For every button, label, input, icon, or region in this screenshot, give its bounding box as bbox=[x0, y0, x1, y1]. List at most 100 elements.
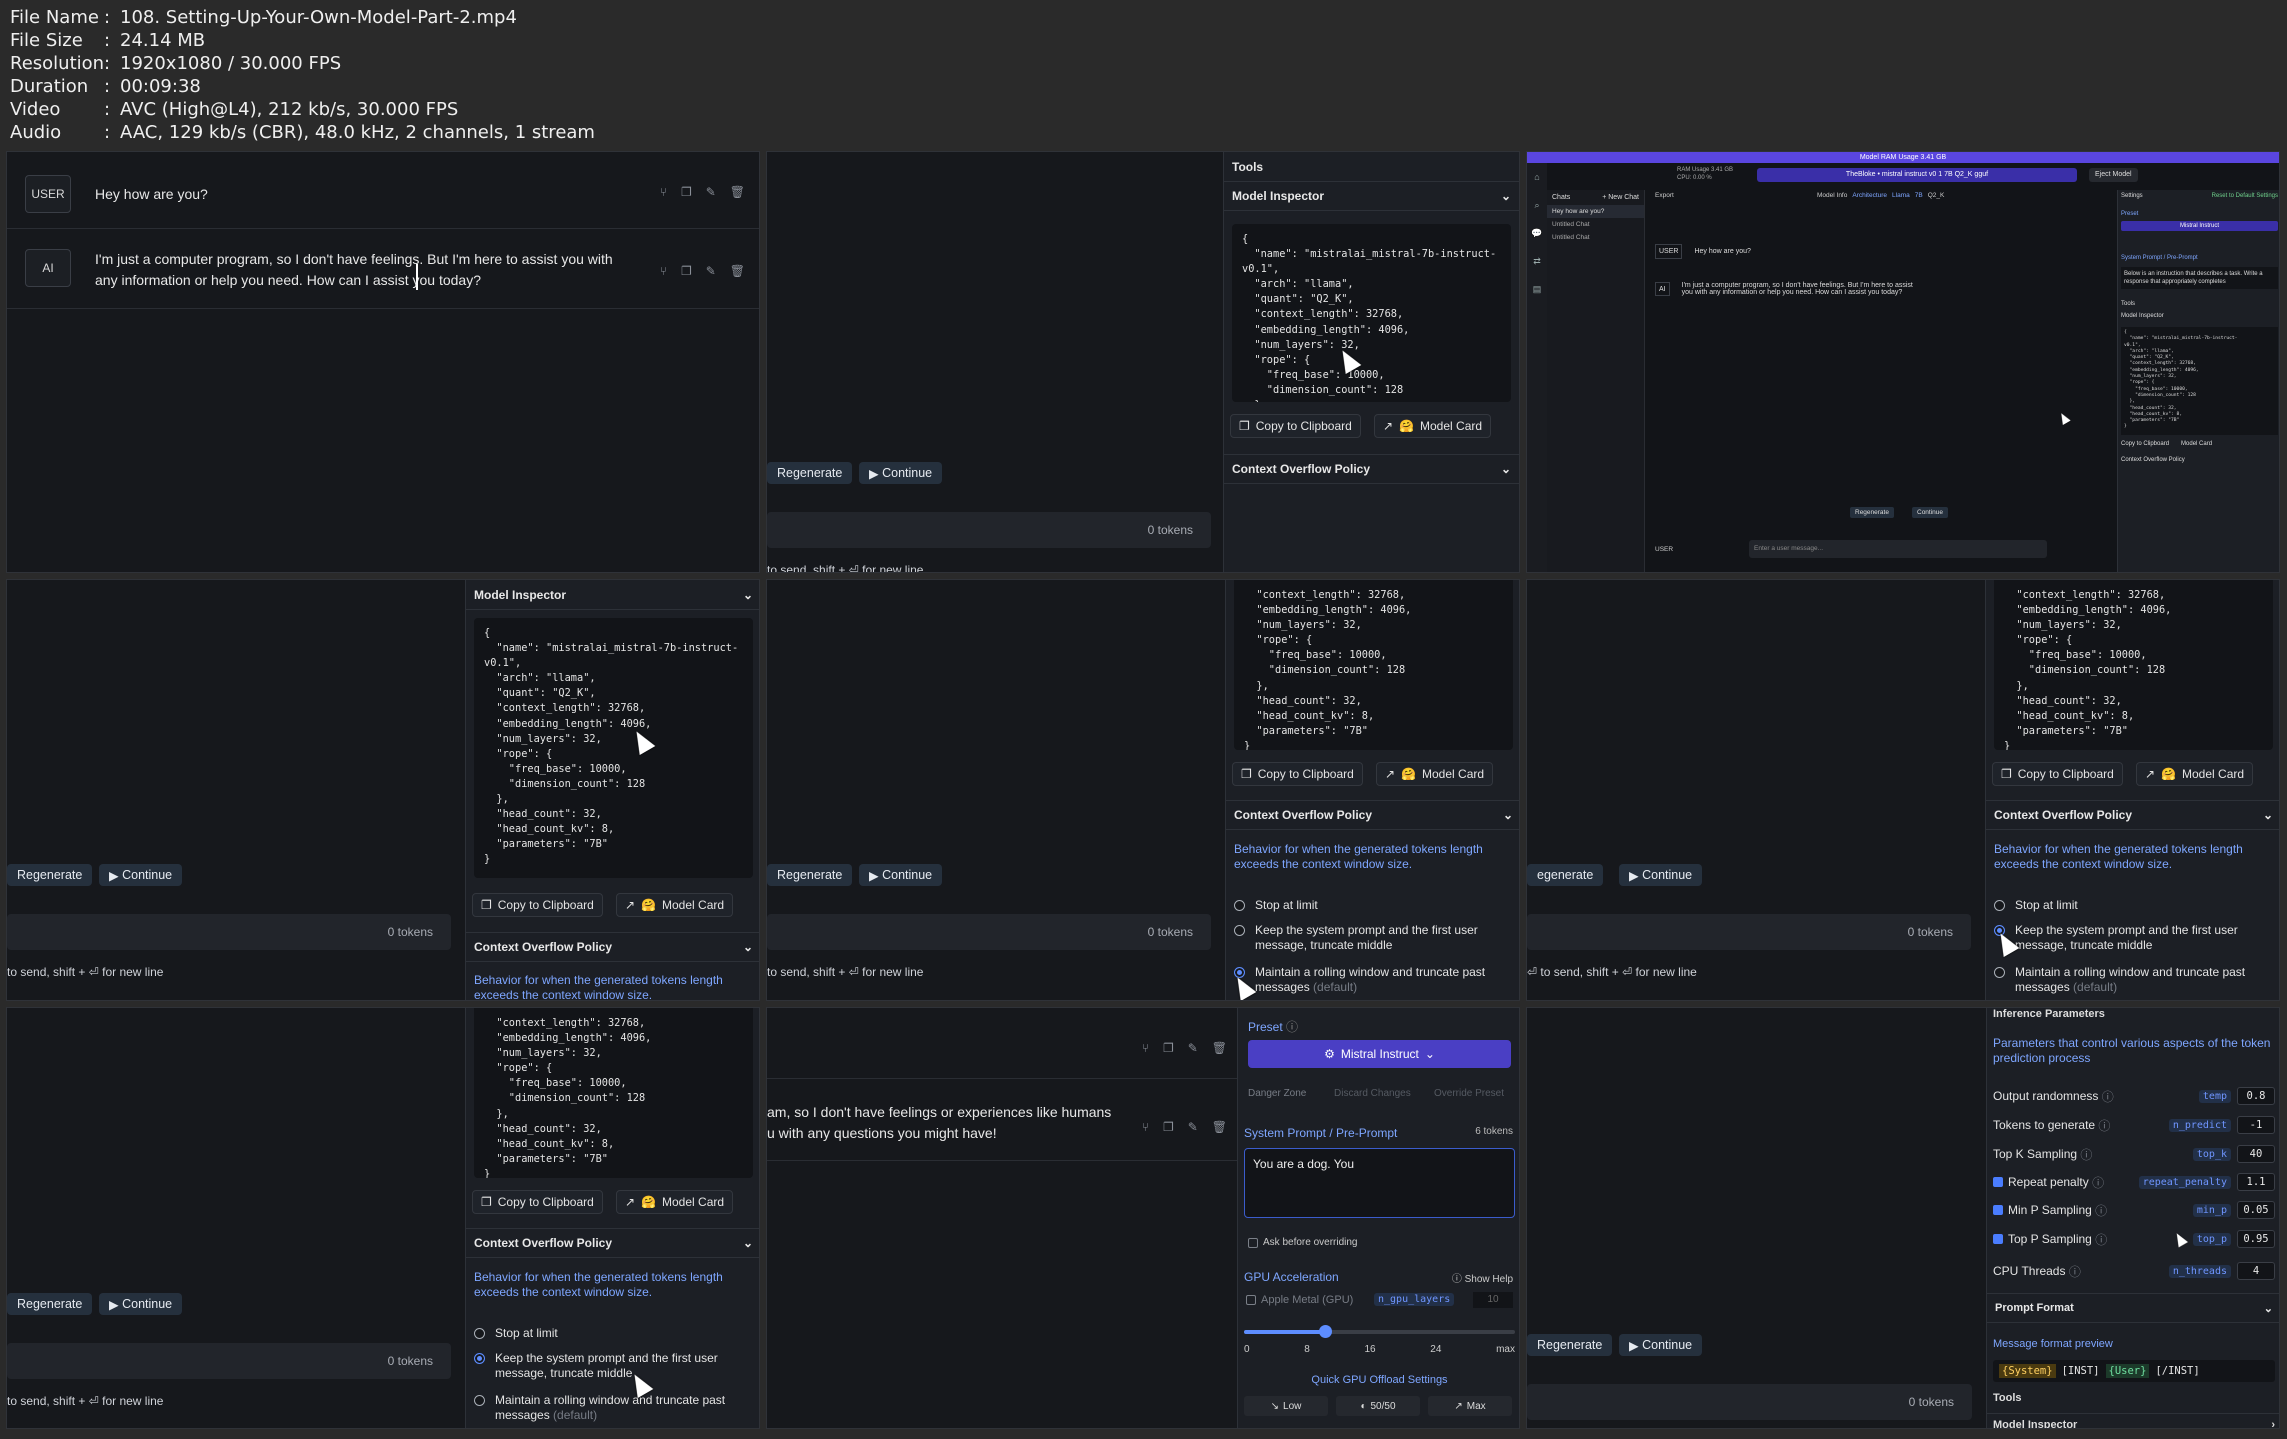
option-keep-system-prompt[interactable]: Keep the system prompt and the first use… bbox=[1994, 923, 2271, 953]
chat-list-item[interactable]: Untitled Chat bbox=[1547, 218, 1644, 231]
continue-button[interactable]: ▶ Continue bbox=[99, 864, 183, 886]
regenerate-button[interactable]: Regenerate bbox=[7, 1293, 93, 1315]
new-chat-button[interactable]: + New Chat bbox=[1602, 194, 1639, 201]
branch-icon[interactable]: ⑂ bbox=[1142, 1041, 1149, 1055]
context-overflow-header[interactable]: Context Overflow Policy ⌄ bbox=[466, 932, 759, 962]
option-stop-at-limit[interactable]: Stop at limit bbox=[1994, 898, 2078, 913]
copy-clipboard-button[interactable]: ❐ Copy to Clipboard bbox=[1232, 762, 1363, 786]
copy-icon[interactable]: ❐ bbox=[681, 264, 692, 278]
copy-clipboard-button[interactable]: ❐ Copy to Clipboard bbox=[1992, 762, 2123, 786]
option-rolling-window[interactable]: Maintain a rolling window and truncate p… bbox=[1994, 965, 2271, 995]
home-icon[interactable]: ⌂ bbox=[1527, 163, 1547, 191]
export-button[interactable]: Export bbox=[1655, 192, 1674, 199]
continue-button[interactable]: ▶ Continue bbox=[859, 462, 943, 484]
gpu-layers-value[interactable]: 10 bbox=[1473, 1292, 1513, 1308]
trash-icon[interactable]: 🗑 bbox=[730, 185, 745, 199]
option-stop-at-limit[interactable]: Stop at limit bbox=[1234, 898, 1318, 913]
model-inspector-header[interactable]: Model Inspector ⌄ bbox=[466, 580, 759, 610]
param-output-randomness[interactable]: Output randomness ⓘ temp 0.8 bbox=[1993, 1086, 2275, 1106]
option-rolling-window[interactable]: Maintain a rolling window and truncate p… bbox=[474, 1393, 751, 1423]
swap-icon[interactable]: ⇄ bbox=[1527, 247, 1547, 275]
copy-clipboard-button[interactable]: ❐ Copy to Clipboard bbox=[472, 893, 603, 917]
model-card-button[interactable]: ↗ 🤗 Model Card bbox=[1374, 414, 1492, 438]
regenerate-button[interactable]: Regenerate bbox=[7, 864, 93, 886]
branch-icon[interactable]: ⑂ bbox=[660, 185, 667, 199]
search-icon[interactable]: ⌕ bbox=[1527, 191, 1547, 219]
discard-changes-button[interactable]: Discard Changes bbox=[1334, 1088, 1411, 1099]
user-input[interactable] bbox=[1527, 914, 1971, 950]
edit-icon[interactable]: ✎ bbox=[706, 185, 716, 199]
trash-icon[interactable]: 🗑 bbox=[1212, 1120, 1227, 1134]
mini-preset-button[interactable]: Mistral Instruct bbox=[2121, 221, 2278, 231]
chat-list-item[interactable]: Hey how are you? bbox=[1547, 205, 1644, 218]
option-rolling-window[interactable]: Maintain a rolling window and truncate p… bbox=[1234, 965, 1511, 995]
user-input[interactable] bbox=[767, 512, 1211, 548]
param-cpu-threads[interactable]: CPU Threads ⓘ n_threads 4 bbox=[1993, 1261, 2275, 1281]
trash-icon[interactable]: 🗑 bbox=[1212, 1041, 1227, 1055]
gpu-half-button[interactable]: ◐ 50/50 bbox=[1336, 1396, 1420, 1416]
system-prompt-textarea[interactable]: You are a dog. You bbox=[1244, 1148, 1515, 1218]
user-input[interactable] bbox=[7, 914, 451, 950]
mini-continue-button[interactable]: Continue bbox=[1912, 507, 1949, 518]
regenerate-button[interactable]: Regenerate bbox=[1527, 1334, 1613, 1356]
checkbox-icon[interactable] bbox=[1993, 1234, 2003, 1244]
gpu-max-button[interactable]: ↗ Max bbox=[1428, 1396, 1512, 1416]
model-selector[interactable]: TheBloke • mistral instruct v0 1 7B Q2_K… bbox=[1757, 168, 2077, 182]
regenerate-button[interactable]: Regenerate bbox=[767, 864, 853, 886]
regenerate-button[interactable]: Regenerate bbox=[767, 462, 853, 484]
option-keep-system-prompt[interactable]: Keep the system prompt and the first use… bbox=[474, 1351, 751, 1381]
folder-icon[interactable]: ▤ bbox=[1527, 275, 1547, 303]
gpu-slider-track[interactable] bbox=[1244, 1325, 1515, 1338]
continue-button[interactable]: ▶ Continue bbox=[859, 864, 943, 886]
preset-dropdown[interactable]: ⚙ Mistral Instruct ⌄ bbox=[1248, 1040, 1511, 1068]
mini-user-input[interactable]: Enter a user message... bbox=[1749, 540, 2047, 558]
gpu-slider-thumb[interactable] bbox=[1319, 1325, 1333, 1338]
context-overflow-header[interactable]: Context Overflow Policy ⌄ bbox=[1224, 454, 1519, 484]
option-stop-at-limit[interactable]: Stop at limit bbox=[474, 1326, 558, 1341]
continue-button[interactable]: ▶ Continue bbox=[99, 1293, 183, 1315]
model-card-button[interactable]: ↗ 🤗 Model Card bbox=[616, 1190, 734, 1214]
param-tokens-to-generate[interactable]: Tokens to generate ⓘ n_predict -1 bbox=[1993, 1115, 2275, 1135]
param-top-p[interactable]: Top P Sampling ⓘ top_p 0.95 bbox=[1993, 1229, 2275, 1249]
edit-icon[interactable]: ✎ bbox=[706, 264, 716, 278]
checkbox-icon[interactable] bbox=[1993, 1205, 2003, 1215]
gpu-low-button[interactable]: ↘ Low bbox=[1244, 1396, 1328, 1416]
copy-icon[interactable]: ❐ bbox=[681, 185, 692, 199]
show-help-button[interactable]: ⓘ Show Help bbox=[1452, 1270, 1513, 1285]
continue-button[interactable]: ▶ Continue bbox=[1619, 1334, 1703, 1356]
model-inspector-header[interactable]: Model Inspector ⌄ bbox=[1224, 181, 1519, 211]
regenerate-button[interactable]: egenerate bbox=[1527, 864, 1604, 886]
model-card-button[interactable]: ↗ 🤗 Model Card bbox=[616, 893, 734, 917]
edit-icon[interactable]: ✎ bbox=[1188, 1120, 1198, 1134]
param-min-p[interactable]: Min P Sampling ⓘ min_p 0.05 bbox=[1993, 1200, 2275, 1220]
chat-list-item[interactable]: Untitled Chat bbox=[1547, 231, 1644, 244]
user-input[interactable] bbox=[1527, 1384, 1972, 1420]
context-overflow-header[interactable]: Context Overflow Policy ⌄ bbox=[1986, 800, 2279, 830]
branch-icon[interactable]: ⑂ bbox=[1142, 1120, 1149, 1134]
continue-button[interactable]: ▶ Continue bbox=[1619, 864, 1703, 886]
mini-regenerate-button[interactable]: Regenerate bbox=[1850, 507, 1894, 518]
prompt-format-header[interactable]: Prompt Format ⌄ bbox=[1987, 1293, 2279, 1323]
edit-icon[interactable]: ✎ bbox=[1188, 1041, 1198, 1055]
param-repeat-penalty[interactable]: Repeat penalty ⓘ repeat_penalty 1.1 bbox=[1993, 1172, 2275, 1192]
eject-button[interactable]: Eject Model bbox=[2089, 168, 2138, 182]
copy-clipboard-button[interactable]: ❐ Copy to Clipboard bbox=[1230, 414, 1361, 438]
mini-system-prompt[interactable]: Below is an instruction that describes a… bbox=[2121, 267, 2278, 289]
user-input[interactable] bbox=[7, 1343, 451, 1379]
copy-icon[interactable]: ❐ bbox=[1163, 1120, 1174, 1134]
checkbox-icon[interactable] bbox=[1993, 1177, 2003, 1187]
inference-parameters-header[interactable]: Inference Parameters bbox=[1993, 1008, 2105, 1020]
apple-metal-checkbox[interactable]: Apple Metal (GPU) bbox=[1246, 1294, 1353, 1306]
ask-before-overriding-checkbox[interactable]: Ask before overriding bbox=[1248, 1237, 1358, 1248]
copy-clipboard-button[interactable]: ❐ Copy to Clipboard bbox=[472, 1190, 603, 1214]
trash-icon[interactable]: 🗑 bbox=[730, 264, 745, 278]
context-overflow-header[interactable]: Context Overflow Policy ⌄ bbox=[1226, 800, 1519, 830]
chat-icon[interactable]: 💬 bbox=[1527, 219, 1547, 247]
model-card-button[interactable]: ↗ 🤗 Model Card bbox=[1376, 762, 1494, 786]
copy-icon[interactable]: ❐ bbox=[1163, 1041, 1174, 1055]
context-overflow-header[interactable]: Context Overflow Policy ⌄ bbox=[466, 1228, 759, 1258]
branch-icon[interactable]: ⑂ bbox=[660, 264, 667, 278]
override-preset-button[interactable]: Override Preset bbox=[1434, 1088, 1504, 1099]
option-keep-system-prompt[interactable]: Keep the system prompt and the first use… bbox=[1234, 923, 1511, 953]
model-inspector-header[interactable]: Model Inspector › bbox=[1987, 1413, 2279, 1428]
